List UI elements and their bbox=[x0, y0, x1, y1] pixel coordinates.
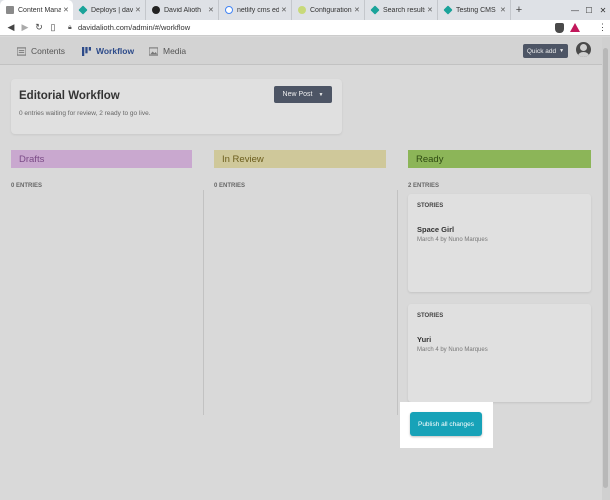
quick-add-button[interactable]: Quick add ▼ bbox=[523, 44, 568, 58]
column-header-ready: Ready bbox=[408, 150, 591, 168]
google-icon bbox=[225, 6, 233, 14]
tab-title: Content Manage bbox=[18, 6, 61, 14]
close-tab-icon[interactable]: ✕ bbox=[63, 6, 69, 14]
column-title: Drafts bbox=[19, 153, 45, 165]
bookmark-icon[interactable]: ▯ bbox=[46, 22, 60, 33]
nav-contents-label: Contents bbox=[31, 46, 66, 56]
nav-contents[interactable]: Contents bbox=[17, 37, 65, 65]
rewards-icon[interactable] bbox=[570, 23, 580, 32]
entry-card[interactable]: STORIES Space Girl March 4 by Nuno Marqu… bbox=[408, 194, 591, 292]
tab-favicon-icon bbox=[78, 5, 88, 15]
entry-card[interactable]: STORIES Yuri March 4 by Nuno Marques bbox=[408, 304, 591, 402]
extensions bbox=[555, 22, 580, 33]
column-title: In Review bbox=[222, 153, 264, 165]
tab-favicon-icon bbox=[443, 5, 453, 15]
workflow-card: Editorial Workflow 0 entries waiting for… bbox=[11, 79, 342, 134]
lock-icon: 🔒︎ bbox=[68, 23, 72, 31]
workflow-icon bbox=[82, 46, 91, 56]
drafts-count: 0 ENTRIES bbox=[11, 183, 43, 189]
column-header-drafts: Drafts bbox=[11, 150, 192, 168]
browser-tab[interactable]: Content Manage ✕ bbox=[0, 0, 73, 20]
entry-meta: March 4 by Nuno Marques bbox=[417, 237, 488, 243]
close-tab-icon[interactable]: ✕ bbox=[135, 6, 141, 14]
entry-title: Yuri bbox=[417, 335, 432, 344]
caret-down-icon: ▼ bbox=[559, 48, 565, 54]
url-text: davidalioth.com/admin/#/workflow bbox=[78, 23, 191, 32]
tab-title: Search results fo bbox=[383, 6, 425, 14]
publish-all-label: Publish all changes bbox=[417, 420, 474, 428]
entry-title: Space Girl bbox=[417, 225, 455, 234]
browser-tab[interactable]: David Alioth ✕ bbox=[146, 0, 219, 20]
new-post-button[interactable]: New Post ▼ bbox=[274, 86, 332, 103]
url-field[interactable]: 🔒︎ davidalioth.com/admin/#/workflow bbox=[68, 23, 555, 32]
close-window-icon[interactable]: ✕ bbox=[596, 0, 610, 20]
scrollbar-thumb[interactable] bbox=[603, 48, 608, 488]
column-header-in-review: In Review bbox=[214, 150, 386, 168]
browser-tab[interactable]: Deploys | david ✕ bbox=[73, 0, 146, 20]
tab-title: David Alioth bbox=[164, 6, 201, 14]
publish-all-button[interactable]: Publish all changes bbox=[410, 412, 482, 436]
workflow-summary: 0 entries waiting for review, 2 ready to… bbox=[19, 110, 151, 117]
browser-tab[interactable]: netlify cms edito ✕ bbox=[219, 0, 292, 20]
media-icon bbox=[149, 46, 158, 56]
tab-title: Testing CMS ho bbox=[456, 6, 498, 14]
reload-icon[interactable]: ↻ bbox=[32, 22, 46, 33]
close-tab-icon[interactable]: ✕ bbox=[208, 6, 214, 14]
tab-title: netlify cms edito bbox=[237, 6, 279, 14]
tab-favicon-icon bbox=[298, 6, 306, 14]
address-bar: ◀ ▶ ↻ ▯ 🔒︎ davidalioth.com/admin/#/workf… bbox=[0, 20, 610, 36]
column-divider bbox=[397, 190, 398, 415]
back-icon[interactable]: ◀ bbox=[4, 22, 18, 33]
forward-icon[interactable]: ▶ bbox=[18, 22, 32, 33]
page-title: Editorial Workflow bbox=[19, 90, 120, 102]
entry-collection: STORIES bbox=[417, 313, 444, 319]
nav-media[interactable]: Media bbox=[149, 37, 186, 65]
browser-tab-bar: Content Manage ✕ Deploys | david ✕ David… bbox=[0, 0, 610, 20]
close-tab-icon[interactable]: ✕ bbox=[500, 6, 506, 14]
browser-tab[interactable]: Configuration C ✕ bbox=[292, 0, 365, 20]
brave-shield-icon[interactable] bbox=[555, 22, 564, 33]
new-tab-icon[interactable]: + bbox=[511, 0, 527, 20]
nav-workflow[interactable]: Workflow bbox=[82, 37, 134, 65]
in-review-count: 0 ENTRIES bbox=[214, 183, 246, 189]
new-post-label: New Post bbox=[282, 91, 313, 98]
avatar[interactable] bbox=[576, 42, 591, 57]
nav-workflow-label: Workflow bbox=[96, 46, 135, 56]
contents-icon bbox=[17, 46, 26, 56]
ready-count: 2 ENTRIES bbox=[408, 183, 440, 189]
entry-meta: March 4 by Nuno Marques bbox=[417, 347, 488, 353]
tab-favicon-icon bbox=[152, 6, 160, 14]
browser-menu-icon[interactable]: ⋮ bbox=[598, 22, 607, 33]
close-tab-icon[interactable]: ✕ bbox=[354, 6, 360, 14]
maximize-icon[interactable]: ☐ bbox=[582, 0, 596, 20]
browser-tab[interactable]: Testing CMS ho ✕ bbox=[438, 0, 511, 20]
window-controls: — ☐ ✕ bbox=[568, 0, 610, 20]
column-title: Ready bbox=[416, 153, 444, 165]
entry-collection: STORIES bbox=[417, 203, 444, 209]
nav-media-label: Media bbox=[163, 46, 187, 56]
browser-tab[interactable]: Search results fo ✕ bbox=[365, 0, 438, 20]
caret-down-icon: ▼ bbox=[318, 91, 324, 98]
tab-title: Configuration C bbox=[310, 6, 352, 14]
tab-favicon-icon bbox=[6, 6, 14, 14]
app-header: Contents Workflow Media Quick add ▼ bbox=[0, 37, 610, 65]
close-tab-icon[interactable]: ✕ bbox=[427, 6, 433, 14]
quick-add-label: Quick add bbox=[526, 47, 557, 55]
tab-title: Deploys | david bbox=[91, 6, 133, 14]
column-divider bbox=[203, 190, 204, 415]
close-tab-icon[interactable]: ✕ bbox=[281, 6, 287, 14]
minimize-icon[interactable]: — bbox=[568, 0, 582, 20]
tab-favicon-icon bbox=[370, 5, 380, 15]
